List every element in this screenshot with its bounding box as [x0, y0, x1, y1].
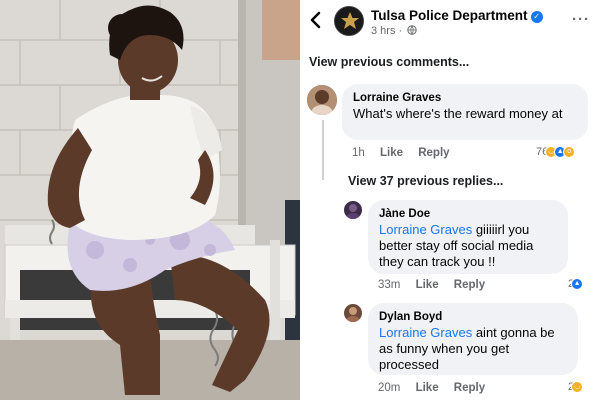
reply-text: Lorraine Graves giiiiirl you better stay… [379, 222, 557, 270]
photo-illustration [0, 0, 300, 400]
user-avatar-icon [344, 201, 362, 219]
user-avatar-icon [307, 85, 337, 115]
user-avatar-icon [344, 304, 362, 322]
reaction-summary[interactable]: 2 ◡ [568, 381, 584, 393]
post-time: 3 hrs · [371, 25, 403, 37]
reaction-summary[interactable]: 76 ◡ ▲ o [536, 146, 576, 158]
thread-line [322, 120, 324, 180]
reply-actions: 20m Like Reply [378, 382, 497, 394]
page-name-text[interactable]: Tulsa Police Department [371, 8, 528, 23]
reply-bubble: Jàne Doe Lorraine Graves giiiiirl you be… [368, 200, 568, 274]
facebook-comments-panel: Tulsa Police Department ✓ 3 hrs · ··· Vie… [300, 0, 600, 400]
reply-time: 33m [378, 279, 401, 291]
reply-button[interactable]: Reply [418, 147, 449, 159]
comment-bubble: Lorraine Graves What's where's the rewar… [342, 84, 588, 140]
like-button[interactable]: Like [380, 147, 403, 159]
post-header: Tulsa Police Department ✓ 3 hrs · ··· [300, 0, 600, 44]
reply-author[interactable]: Dylan Boyd [379, 310, 567, 325]
wow-reaction-icon: o [563, 146, 576, 158]
comment-text: What's where's the reward money at [353, 106, 563, 121]
view-previous-replies-link[interactable]: View 37 previous replies... [348, 174, 503, 188]
mention-link[interactable]: Lorraine Graves [379, 325, 472, 340]
comment-time: 1h [352, 147, 365, 159]
post-meta: 3 hrs · [371, 25, 417, 37]
page-name[interactable]: Tulsa Police Department ✓ [371, 8, 543, 23]
like-button[interactable]: Like [416, 382, 439, 394]
comment-actions: 1h Like Reply [352, 147, 462, 159]
like-reaction-icon: ▲ [571, 278, 584, 290]
view-previous-comments-link[interactable]: View previous comments... [309, 55, 469, 69]
reply-author[interactable]: Jàne Doe [379, 207, 557, 222]
avatar[interactable] [344, 201, 362, 219]
mention-link[interactable]: Lorraine Graves [379, 222, 472, 237]
back-arrow-icon[interactable] [308, 10, 322, 30]
page-avatar[interactable] [334, 6, 364, 36]
haha-reaction-icon: ◡ [571, 381, 584, 393]
reply-bubble: Dylan Boyd Lorraine Graves aint gonna be… [368, 303, 578, 375]
globe-icon [407, 25, 417, 35]
reply-button[interactable]: Reply [454, 279, 485, 291]
comment-author[interactable]: Lorraine Graves [353, 91, 577, 106]
verified-badge-icon: ✓ [530, 11, 543, 23]
booking-photo [0, 0, 300, 400]
reply-actions: 33m Like Reply [378, 279, 497, 291]
avatar[interactable] [307, 85, 337, 115]
reaction-summary[interactable]: 2 ▲ [568, 278, 584, 290]
reply-text: Lorraine Graves aint gonna be as funny w… [379, 325, 567, 373]
police-badge-icon [335, 7, 363, 35]
like-button[interactable]: Like [416, 279, 439, 291]
reply-time: 20m [378, 382, 401, 394]
avatar[interactable] [344, 304, 362, 322]
more-options-icon[interactable]: ··· [572, 11, 590, 28]
reply-button[interactable]: Reply [454, 382, 485, 394]
